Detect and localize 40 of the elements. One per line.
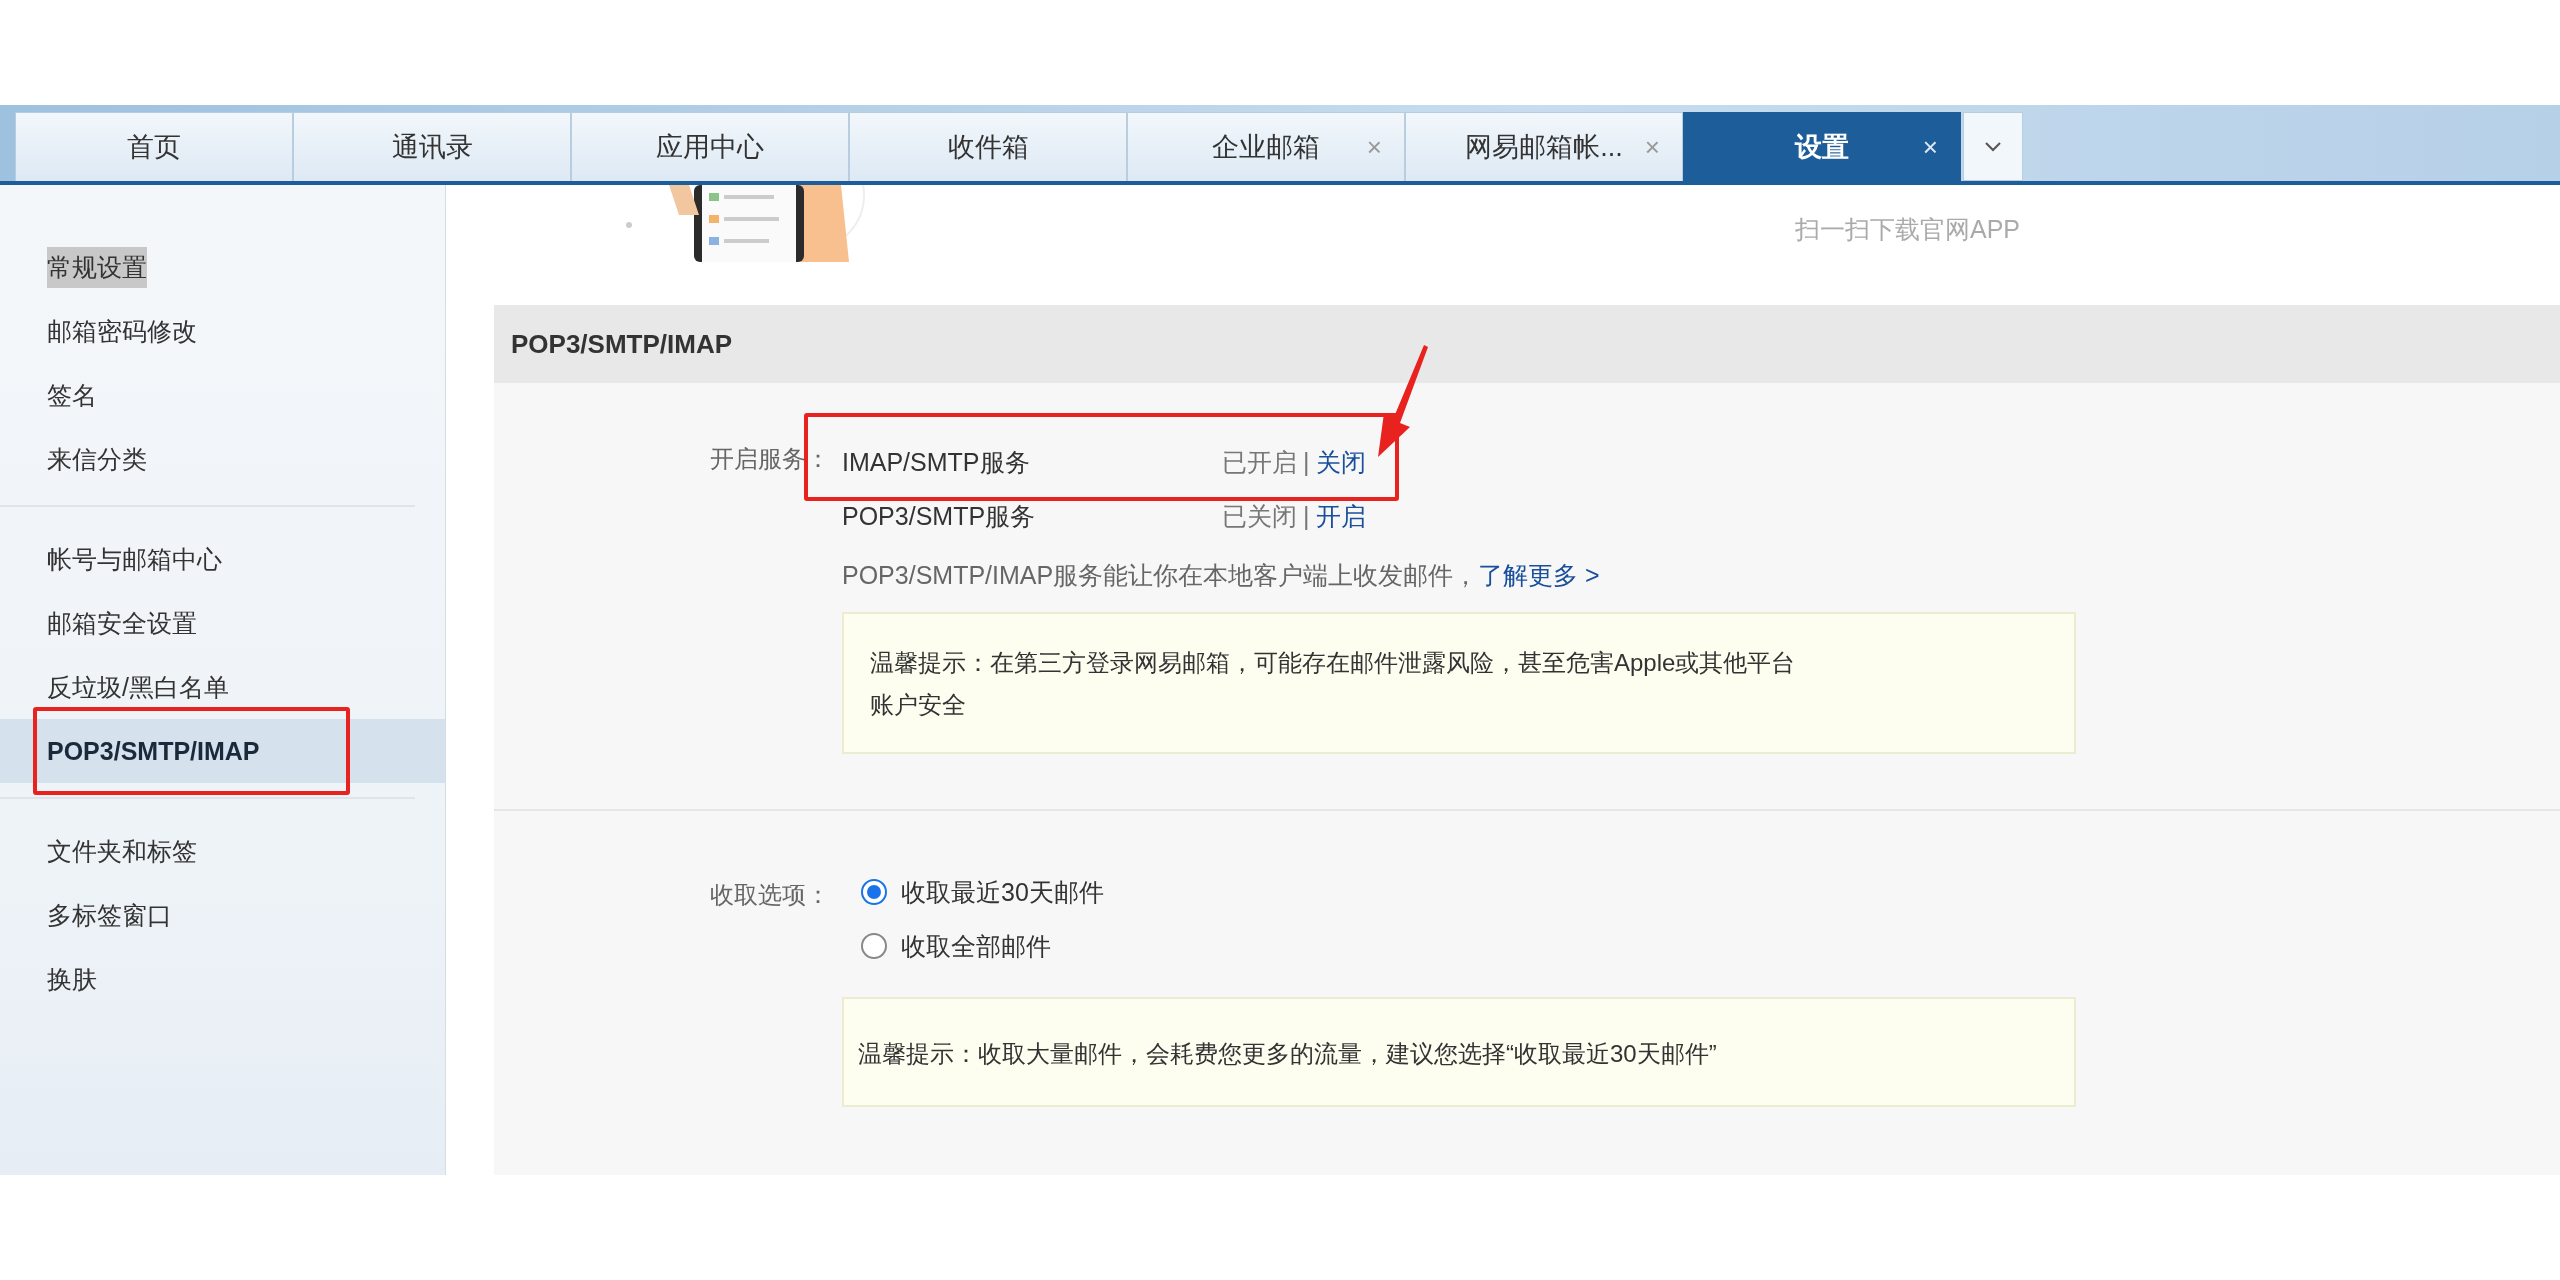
service-status: 已开启 <box>1222 446 1297 478</box>
close-icon[interactable]: × <box>1922 131 1938 163</box>
separator: | <box>1303 447 1310 477</box>
sidebar-item[interactable]: 签名 <box>0 363 445 427</box>
option-label: 收取全部邮件 <box>901 930 1051 962</box>
tab[interactable]: 企业邮箱 × <box>1127 112 1405 181</box>
radio-button[interactable] <box>861 933 887 959</box>
qr-caption: 扫一扫下载官网APP <box>1794 214 2020 245</box>
sidebar-item[interactable]: 帐号与邮箱中心 <box>0 527 445 591</box>
field-label: 收取选项： <box>710 881 830 908</box>
sidebar-item[interactable]: 邮箱密码修改 <box>0 299 445 363</box>
sidebar-item[interactable]: 邮箱安全设置 <box>0 591 445 655</box>
tab[interactable]: 首页 <box>15 112 293 181</box>
separator: | <box>1303 501 1310 531</box>
sidebar-item[interactable]: POP3/SMTP/IMAP <box>0 719 445 783</box>
toggle-link[interactable]: 关闭 <box>1315 445 1366 479</box>
field-label: 开启服务： <box>710 445 830 472</box>
section-title: POP3/SMTP/IMAP <box>494 305 2560 383</box>
tab[interactable]: 应用中心 <box>571 112 849 181</box>
service-status: 已关闭 <box>1222 500 1297 532</box>
sidebar-item[interactable]: 常规设置 <box>0 235 445 299</box>
sidebar-item[interactable]: 多标签窗口 <box>0 883 445 947</box>
description-text: POP3/SMTP/IMAP服务能让你在本地客户端上收发邮件， <box>842 561 1479 589</box>
tab[interactable]: 通讯录 <box>293 112 571 181</box>
chevron-down-icon <box>1983 140 2003 153</box>
radio-button[interactable] <box>861 879 887 905</box>
tab[interactable]: 网易邮箱帐... × <box>1405 112 1683 181</box>
service-name: IMAP/SMTP服务 <box>842 446 1031 478</box>
notice-text: 温馨提示：收取大量邮件，会耗费您更多的流量，建议您选择“收取最近30天邮件” <box>858 1040 1717 1067</box>
sidebar-item[interactable]: 换肤 <box>0 947 445 1011</box>
toggle-link[interactable]: 开启 <box>1315 499 1366 533</box>
service-name: POP3/SMTP服务 <box>842 500 1037 532</box>
learn-more-link[interactable]: 了解更多 > <box>1478 561 1600 589</box>
tab[interactable]: 设置 × <box>1683 112 1961 181</box>
sidebar-item[interactable]: 来信分类 <box>0 427 445 491</box>
sidebar-item[interactable]: 文件夹和标签 <box>0 819 445 883</box>
sidebar-item[interactable]: 反垃圾/黑白名单 <box>0 655 445 719</box>
option-label: 收取最近30天邮件 <box>901 876 1104 908</box>
tab[interactable]: 收件箱 <box>849 112 1127 181</box>
notice-text: 温馨提示：在第三方登录网易邮箱，可能存在邮件泄露风险，甚至危害Apple或其他平台账户安全 <box>870 648 1797 720</box>
